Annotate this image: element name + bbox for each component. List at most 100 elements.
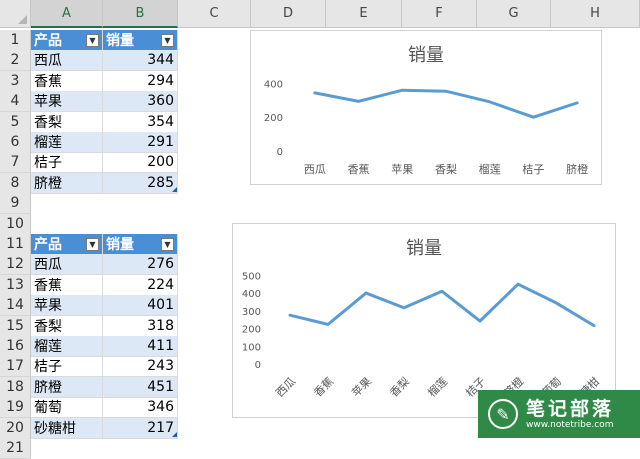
column-header-c[interactable]: C: [178, 0, 251, 28]
table2-sales-cell-text: 217: [147, 419, 174, 436]
dropdown-arrow-icon[interactable]: ▼: [86, 237, 99, 251]
table1-header-product[interactable]: 产品 ▼: [31, 30, 103, 51]
chart-2-ytick-label: 100: [242, 342, 261, 353]
table1-sales-cell[interactable]: 354: [103, 111, 178, 133]
table2-sales-cell[interactable]: 318: [103, 315, 178, 337]
chart-2-ytick-label: 200: [242, 325, 261, 336]
table2-product-cell[interactable]: 桔子: [31, 356, 103, 378]
table1-resize-handle-icon[interactable]: [172, 186, 177, 192]
row-header-15[interactable]: 15: [0, 315, 31, 337]
table1-product-cell[interactable]: 脐橙: [31, 172, 103, 194]
table2-sales-cell[interactable]: 217: [103, 417, 178, 439]
column-header-d[interactable]: D: [251, 0, 326, 28]
table1-product-cell[interactable]: 香梨: [31, 111, 103, 133]
table2-header-product[interactable]: 产品 ▼: [31, 234, 103, 255]
row-header-1[interactable]: 1: [0, 30, 31, 51]
column-header-e[interactable]: E: [326, 0, 402, 28]
row-header-7[interactable]: 7: [0, 152, 31, 174]
chart-1[interactable]: 销量 0 200 400 西瓜 香蕉 苹果 香梨 榴莲 桔子 脐橙: [250, 30, 602, 185]
row-header-10[interactable]: 10: [0, 213, 31, 235]
table1-sales-cell-text: 285: [147, 174, 174, 191]
row-header-6[interactable]: 6: [0, 132, 31, 153]
row-header-11[interactable]: 11: [0, 234, 31, 255]
table2-sales-cell[interactable]: 276: [103, 254, 178, 276]
select-all-corner[interactable]: [0, 0, 31, 28]
table1-sales-cell[interactable]: 291: [103, 132, 178, 153]
table1-product-cell[interactable]: 榴莲: [31, 132, 103, 153]
table2-header-product-text: 产品: [34, 237, 62, 253]
table2-sales-cell[interactable]: 243: [103, 356, 178, 378]
table1-product-cell[interactable]: 桔子: [31, 152, 103, 174]
watermark-title: 笔记部落: [526, 397, 615, 420]
chart-2[interactable]: 销量 0100200300400500西瓜香蕉苹果香梨榴莲桔子脐橙葡萄砂糖柑: [232, 223, 616, 418]
chart-1-category-label: 榴莲: [479, 162, 501, 176]
table2-resize-handle-icon[interactable]: [172, 431, 177, 437]
row-header-13[interactable]: 13: [0, 274, 31, 296]
row-header-19[interactable]: 19: [0, 397, 31, 419]
chart-1-category-label: 西瓜: [304, 163, 326, 176]
table2-sales-cell-text: 224: [147, 276, 174, 293]
table2-product-cell-text: 香梨: [34, 318, 62, 335]
table2-sales-cell[interactable]: 224: [103, 274, 178, 296]
row-header-21[interactable]: 21: [0, 438, 31, 459]
row-header-4[interactable]: 4: [0, 91, 31, 113]
column-header-g[interactable]: G: [477, 0, 551, 28]
row-header-16[interactable]: 16: [0, 336, 31, 357]
table2-product-cell[interactable]: 苹果: [31, 295, 103, 317]
table1-sales-cell[interactable]: 294: [103, 70, 178, 92]
table2-header-sales[interactable]: 销量 ▼: [103, 234, 178, 255]
row-header-3[interactable]: 3: [0, 70, 31, 92]
table2-sales-cell-text: 346: [147, 399, 174, 416]
row-header-18[interactable]: 18: [0, 376, 31, 398]
table2-sales-cell[interactable]: 411: [103, 336, 178, 357]
table2-sales-cell-text: 243: [147, 358, 174, 375]
table2-product-cell[interactable]: 脐橙: [31, 376, 103, 398]
column-header-a[interactable]: A: [31, 0, 103, 28]
table2-product-cell[interactable]: 榴莲: [31, 336, 103, 357]
chart-1-plot: 0 200 400 西瓜 香蕉 苹果 香梨 榴莲 桔子 脐橙: [264, 79, 588, 176]
table1-sales-cell[interactable]: 360: [103, 91, 178, 113]
table1-product-cell[interactable]: 西瓜: [31, 50, 103, 72]
table2-product-cell[interactable]: 西瓜: [31, 254, 103, 276]
row-header-14[interactable]: 14: [0, 295, 31, 317]
table1-product-cell[interactable]: 香蕉: [31, 70, 103, 92]
dropdown-arrow-icon[interactable]: ▼: [161, 237, 174, 251]
table2-sales-cell[interactable]: 451: [103, 376, 178, 398]
row-header-12[interactable]: 12: [0, 254, 31, 276]
select-all-triangle-icon: [18, 15, 27, 24]
dropdown-arrow-icon[interactable]: ▼: [161, 33, 174, 47]
watermark-url: www.notetribe.com: [526, 419, 614, 430]
table1-product-cell-text: 桔子: [34, 155, 62, 172]
column-header-b[interactable]: B: [103, 0, 178, 28]
table2-sales-cell[interactable]: 346: [103, 397, 178, 419]
chart-2-category-label: 西瓜: [273, 375, 298, 400]
table2-product-cell[interactable]: 砂糖柑: [31, 417, 103, 439]
table1-header-sales[interactable]: 销量 ▼: [103, 30, 178, 51]
table1-product-cell[interactable]: 苹果: [31, 91, 103, 113]
table1-product-cell-text: 西瓜: [34, 53, 62, 70]
row-header-2[interactable]: 2: [0, 50, 31, 72]
chart-1-ytick-label: 200: [264, 113, 283, 124]
table2-product-cell[interactable]: 香梨: [31, 315, 103, 337]
dropdown-arrow-icon[interactable]: ▼: [86, 33, 99, 47]
table2-product-cell-text: 香蕉: [34, 277, 62, 294]
chart-2-ytick-label: 0: [255, 360, 261, 371]
chart-2-series-line: [288, 282, 596, 328]
table1-sales-cell[interactable]: 200: [103, 152, 178, 174]
column-header-h[interactable]: H: [551, 0, 640, 28]
row-header-17[interactable]: 17: [0, 356, 31, 378]
table2-product-cell[interactable]: 香蕉: [31, 274, 103, 296]
column-header-f[interactable]: F: [402, 0, 477, 28]
chart-1-category-label: 脐橙: [566, 162, 588, 176]
row-header-5[interactable]: 5: [0, 111, 31, 133]
table2-sales-cell[interactable]: 401: [103, 295, 178, 317]
table1-product-cell-text: 香蕉: [34, 73, 62, 90]
chart-1-category-label: 香梨: [435, 162, 457, 176]
chart-2-ytick-label: 500: [242, 272, 261, 283]
table1-sales-cell[interactable]: 285: [103, 172, 178, 194]
table2-product-cell[interactable]: 葡萄: [31, 397, 103, 419]
row-header-9[interactable]: 9: [0, 193, 31, 215]
table1-sales-cell[interactable]: 344: [103, 50, 178, 72]
row-header-8[interactable]: 8: [0, 172, 31, 194]
row-header-20[interactable]: 20: [0, 417, 31, 439]
